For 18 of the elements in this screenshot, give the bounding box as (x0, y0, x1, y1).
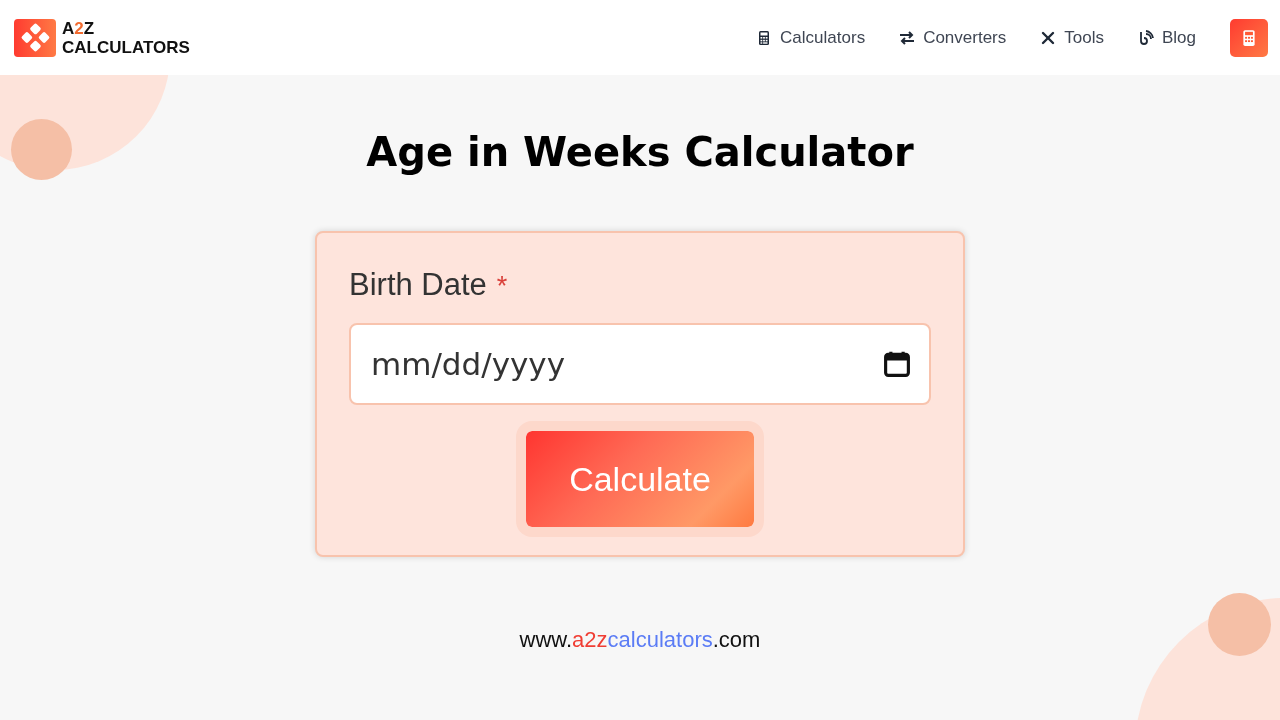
website-url: www.a2zcalculators.com (519, 627, 761, 653)
required-mark: * (496, 271, 508, 302)
calendar-icon (883, 350, 911, 378)
calculator-icon (1240, 28, 1258, 47)
nav-link[interactable]: Converters (899, 27, 1007, 48)
logo-icon (14, 17, 56, 58)
tools-icon (1040, 29, 1057, 46)
field-label: Birth Date (349, 267, 487, 303)
date-input-field[interactable]: mm/dd/yyyy (349, 323, 931, 405)
nav-link[interactable]: Calculators (756, 27, 866, 48)
blog-icon (1137, 29, 1154, 46)
swap-arrows-icon (899, 29, 916, 46)
page-title: Age in Weeks Calculator (366, 128, 914, 177)
logo-text: CALCULATORS (62, 37, 190, 57)
nav-link[interactable]: Tools (1040, 27, 1104, 48)
logo-text: A2Z (62, 18, 96, 38)
nav-link[interactable]: Blog (1137, 27, 1196, 48)
calculator-button[interactable] (1230, 18, 1268, 57)
